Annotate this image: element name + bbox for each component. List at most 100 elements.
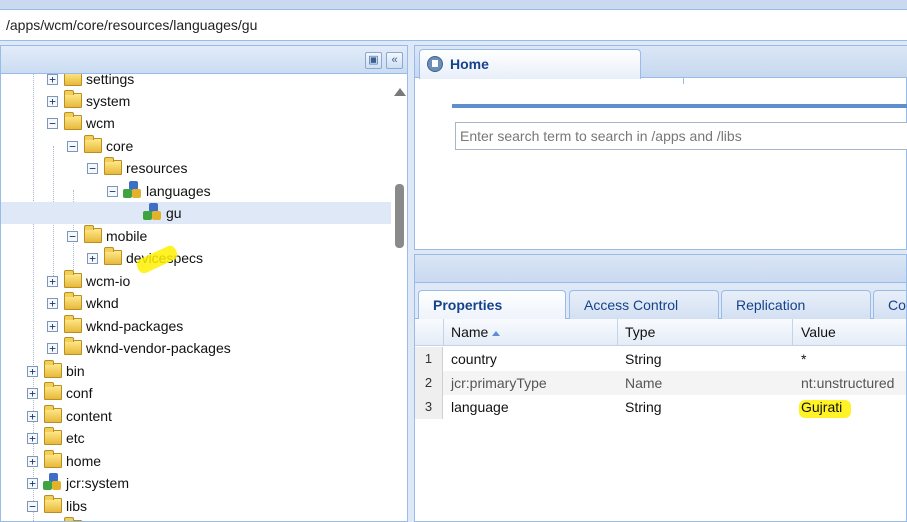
tab-properties[interactable]: Properties (418, 290, 566, 319)
cell-name: language (451, 399, 509, 415)
expand-icon[interactable]: + (47, 96, 58, 107)
scroll-up-arrow-icon[interactable] (394, 88, 406, 96)
folder-icon (64, 292, 82, 310)
home-tab-strip: Home (415, 46, 907, 79)
tab-access-control[interactable]: Access Control (569, 290, 719, 319)
expand-icon[interactable]: + (27, 433, 38, 444)
tree-node-label: settings (86, 74, 135, 87)
tree-node[interactable]: + settings (1, 74, 391, 90)
cell-type: String (625, 399, 662, 415)
collapse-icon[interactable]: − (107, 186, 118, 197)
properties-grid: Name Type Value 1 country String * 2 jcr:prim… (415, 319, 906, 521)
row-number: 2 (415, 371, 443, 395)
column-header-value[interactable]: Value (801, 324, 836, 340)
folder-icon (64, 90, 82, 108)
tree-node[interactable]: + wcm-io (1, 270, 391, 292)
folder-icon (44, 360, 62, 378)
tree-scrollbar[interactable] (392, 74, 407, 521)
tree-node-label: conf (66, 385, 93, 401)
tree-node-label: mobile (106, 228, 148, 244)
cell-type: String (625, 351, 662, 367)
path-bar[interactable]: /apps/wcm/core/resources/languages/gu (0, 9, 907, 41)
tab-replication[interactable]: Replication (721, 290, 871, 319)
tab-console[interactable]: Console (873, 290, 906, 319)
expand-icon[interactable]: + (47, 321, 58, 332)
home-icon (427, 56, 443, 72)
cell-type: Name (625, 375, 663, 391)
collapse-panel-icon[interactable]: « (386, 52, 403, 69)
tree-node-label: wcm (86, 115, 115, 131)
expand-icon[interactable]: + (47, 298, 58, 309)
search-input[interactable]: Enter search term to search in /apps and… (455, 122, 907, 150)
folder-icon (44, 405, 62, 423)
node-icon (122, 181, 142, 201)
tree-node[interactable]: + system (1, 90, 391, 112)
row-number: 1 (415, 347, 443, 371)
expand-icon[interactable]: + (47, 276, 58, 287)
tree-node[interactable]: + content (1, 405, 391, 427)
sort-ascending-icon (492, 330, 501, 336)
cell-value: Gujrati (801, 399, 843, 415)
top-strip (0, 0, 907, 9)
properties-panel-header (415, 255, 906, 283)
tree-node[interactable]: + conf (1, 382, 391, 404)
tree-node-label: core (106, 138, 134, 154)
tree-node[interactable]: gu (1, 202, 391, 224)
column-header-type[interactable]: Type (625, 324, 655, 340)
tree-node-label: libs (66, 498, 88, 514)
tree-node[interactable]: − mobile (1, 225, 391, 247)
tree-node[interactable]: + bin (1, 360, 391, 382)
expand-icon[interactable]: + (27, 366, 38, 377)
tree-node-label: content (66, 408, 112, 424)
tree-node-label: resources (126, 160, 188, 176)
collapse-icon[interactable]: − (67, 231, 78, 242)
collapse-icon[interactable]: − (67, 141, 78, 152)
tree-node-label: wknd (86, 295, 119, 311)
expand-icon[interactable]: + (87, 253, 98, 264)
tree-node[interactable]: + wknd (1, 292, 391, 314)
collapse-icon[interactable]: − (27, 501, 38, 512)
properties-tabs: Properties Access Control Replication Co… (415, 283, 906, 319)
tree-node[interactable]: − core (1, 135, 391, 157)
tree-node[interactable]: − languages (1, 180, 391, 202)
binoculars-icon[interactable]: ▣ (365, 52, 382, 69)
repository-tree: + settings + system − wcm − core − resources − lang… (1, 74, 391, 521)
tree-node[interactable]: +devicespecs (1, 247, 391, 269)
tree-node[interactable]: +clientlibs (1, 517, 391, 521)
row-number: 3 (415, 395, 443, 419)
folder-icon (64, 270, 82, 288)
tree-node[interactable]: + wknd-packages (1, 315, 391, 337)
tree-node[interactable]: + jcr:system (1, 472, 391, 494)
path-text: /apps/wcm/core/resources/languages/gu (6, 17, 258, 33)
folder-icon (44, 495, 62, 513)
properties-panel: Properties Access Control Replication Co… (414, 254, 907, 522)
tab-home[interactable]: Home (419, 49, 641, 79)
scroll-thumb[interactable] (395, 184, 404, 248)
tree-node[interactable]: + home (1, 450, 391, 472)
table-row[interactable]: 1 country String * (415, 347, 906, 371)
divider-bar (452, 104, 907, 108)
expand-icon[interactable]: + (47, 74, 58, 85)
expand-icon[interactable]: + (27, 388, 38, 399)
tree-node[interactable]: + wknd-vendor-packages (1, 337, 391, 359)
tree-node-label: system (86, 93, 131, 109)
folder-icon (44, 450, 62, 468)
expand-icon[interactable]: + (27, 411, 38, 422)
folder-icon (64, 315, 82, 333)
tree-node[interactable]: − wcm (1, 112, 391, 134)
expand-icon[interactable]: + (27, 478, 38, 489)
collapse-icon[interactable]: − (87, 163, 98, 174)
node-icon (42, 473, 62, 493)
collapse-icon[interactable]: − (47, 118, 58, 129)
expand-icon[interactable]: + (47, 343, 58, 354)
tree-node[interactable]: − libs (1, 495, 391, 517)
repository-tree-panel: ▣ « + settings + system − wcm − core − resources −… (0, 45, 408, 522)
tree-node[interactable]: + etc (1, 427, 391, 449)
column-header-name[interactable]: Name (451, 324, 501, 340)
tree-node[interactable]: − resources (1, 157, 391, 179)
table-row[interactable]: 2 jcr:primaryType Name nt:unstructured (415, 371, 906, 395)
table-row[interactable]: 3 language String Gujrati (415, 395, 906, 419)
search-placeholder: Enter search term to search in /apps and… (460, 128, 742, 144)
expand-icon[interactable]: + (27, 456, 38, 467)
tree-node-label: wknd-vendor-packages (86, 340, 231, 356)
